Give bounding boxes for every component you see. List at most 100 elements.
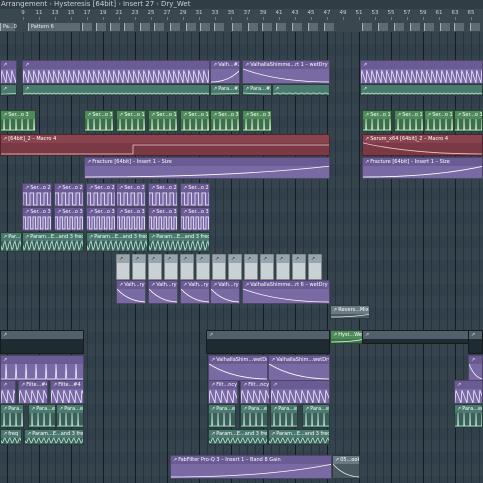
playlist-clip[interactable]: ↗Param...E...and 3 freq	[148, 232, 210, 252]
pattern-marker[interactable]: Pattern 6	[28, 23, 80, 31]
playlist-clip[interactable]: ↗	[196, 254, 210, 280]
pattern-marker[interactable]	[324, 23, 334, 31]
pattern-marker[interactable]	[292, 23, 302, 31]
clip-header[interactable]: ↗	[261, 255, 273, 263]
pattern-marker[interactable]	[308, 23, 318, 31]
playlist-clip[interactable]: ↗Ser...o 3	[116, 207, 146, 231]
pattern-marker[interactable]	[200, 23, 210, 31]
playlist-clip[interactable]: ↗Ser...o 1	[180, 110, 210, 132]
playlist-clip[interactable]: ↗	[0, 60, 17, 84]
playlist-clip[interactable]: ↗Serum_x64 [64bit]_2 – Macro 4	[362, 134, 483, 156]
playlist-clip[interactable]: ↗FabFilter Pro-Q 3 – Insert 1 – Band 8 G…	[170, 455, 332, 479]
playlist-clip[interactable]: ↗ValhallaShimme...rt 6 – wetDry #2	[242, 280, 330, 304]
playlist-clip[interactable]: ↗	[272, 84, 330, 96]
playlist-clip[interactable]: ↗Param...E...and 3 freq	[86, 232, 148, 252]
playlist-clip[interactable]: ↗	[228, 254, 242, 280]
pattern-marker[interactable]	[262, 23, 272, 31]
playlist-clip[interactable]: ↗Ser...o 3	[54, 207, 84, 231]
pattern-marker[interactable]	[454, 23, 464, 31]
playlist-clip[interactable]: ↗Param...E...and 3 freq	[22, 232, 84, 252]
playlist-clip[interactable]: ↗Ser...o 3	[454, 110, 483, 132]
pattern-marker[interactable]	[410, 23, 420, 31]
playlist-clip[interactable]: ↗ValhallaShim...wetDry #3	[268, 355, 330, 381]
pattern-marker[interactable]: Pa...0	[0, 23, 17, 31]
playlist-clip[interactable]: ↗Valh...ry	[180, 280, 210, 304]
playlist-clip[interactable]: ↗Ser...o 3	[242, 110, 272, 132]
clip-header[interactable]: ↗	[229, 255, 241, 263]
playlist-clip[interactable]: ↗Par...freq	[0, 232, 22, 252]
pattern-marker[interactable]	[140, 23, 150, 31]
playlist-clip[interactable]: ↗	[308, 254, 322, 280]
playlist-clip[interactable]: ↗	[0, 380, 16, 404]
playlist-clip[interactable]: ↗Para...eq	[28, 404, 56, 428]
clip-header[interactable]: ↗	[181, 255, 193, 263]
playlist-area[interactable]: ↗ ↗ ↗Valh...#2 ↗ValhallaShimme...rt 1 – wet…	[0, 32, 483, 483]
clip-header[interactable]: ↗	[309, 255, 321, 263]
playlist-clip[interactable]: ↗Ser...o 3	[148, 207, 178, 231]
playlist-clip[interactable]: ↗	[292, 254, 306, 280]
pattern-marker[interactable]	[276, 23, 286, 31]
playlist-clip[interactable]: ↗	[212, 254, 226, 280]
pattern-marker[interactable]	[170, 23, 180, 31]
clip-header[interactable]: ↗	[117, 255, 129, 263]
playlist-clip[interactable]: ↗Valh...#2	[210, 60, 240, 84]
pattern-marker[interactable]	[96, 23, 106, 31]
pattern-marker[interactable]	[110, 23, 120, 31]
playlist-clip[interactable]: ↗	[132, 254, 146, 280]
playlist-clip[interactable]: ↗	[468, 330, 483, 354]
playlist-clip[interactable]: ↗Revers...Mix	[330, 305, 370, 319]
playlist-clip[interactable]: ↗Para...eq	[302, 404, 330, 428]
playlist-clip[interactable]: ↗	[244, 254, 258, 280]
playlist-clip[interactable]: ↗Ser...o 3	[84, 110, 114, 132]
playlist-clip[interactable]: ↗Ser...o 1	[394, 110, 424, 132]
playlist-clip[interactable]: ↗ValhallaShim...wetDry #3	[208, 355, 268, 381]
playlist-clip[interactable]: ↗05...ook	[332, 455, 360, 479]
clip-header[interactable]: ↗	[469, 331, 482, 339]
clip-header[interactable]: ↗	[213, 255, 225, 263]
playlist-clip[interactable]: ↗	[116, 254, 130, 280]
playlist-clip[interactable]: ↗Ser...o 2	[22, 183, 52, 207]
clip-header[interactable]: ↗	[1, 331, 83, 339]
playlist-clip[interactable]: ↗Ser...o 1	[424, 110, 454, 132]
playlist-clip[interactable]: ↗	[360, 60, 483, 84]
playlist-clip[interactable]: ↗[64bit]_2 – Macro 4	[0, 134, 330, 156]
pattern-marker[interactable]	[186, 23, 196, 31]
playlist-clip[interactable]: ↗	[454, 380, 483, 404]
playlist-clip[interactable]: ↗Param...E...and 3 freq	[24, 429, 84, 445]
playlist-clip[interactable]: ↗Fracture [64bit] – Insert 1 – Size	[84, 157, 330, 179]
pattern-marker[interactable]	[82, 23, 92, 31]
playlist-clip[interactable]: ↗Param...E...and 3 freq	[208, 429, 268, 445]
playlist-clip[interactable]: ↗Para...eq	[208, 404, 236, 428]
playlist-clip[interactable]: ↗freq	[0, 429, 22, 445]
clip-header[interactable]: ↗	[149, 255, 161, 263]
pattern-marker[interactable]	[362, 23, 372, 31]
clip-header[interactable]: ↗	[133, 255, 145, 263]
playlist-clip[interactable]: ↗Para...eq	[56, 404, 84, 428]
pattern-marker[interactable]	[394, 23, 404, 31]
playlist-clip[interactable]: ↗Ser...o 3	[86, 207, 116, 231]
playlist-clip[interactable]: ↗Para...eq	[270, 404, 298, 428]
playlist-clip[interactable]: ↗Ser...o 1	[116, 110, 146, 132]
playlist-clip[interactable]: ↗Filte...#4	[18, 380, 48, 404]
playlist-clip[interactable]: ↗Ser...o 2	[54, 183, 84, 207]
playlist-clip[interactable]: ↗Ser...o 2	[116, 183, 146, 207]
clip-header[interactable]: ↗	[245, 255, 257, 263]
playlist-clip[interactable]: ↗Ser...o 3	[0, 110, 36, 132]
pattern-marker[interactable]	[124, 23, 134, 31]
pattern-marker[interactable]	[214, 23, 224, 31]
playlist-clip[interactable]: ↗	[206, 330, 330, 354]
playlist-clip[interactable]: ↗Ser...o 1	[362, 110, 392, 132]
playlist-clip[interactable]: ↗Ser...o 1	[148, 110, 178, 132]
playlist-clip[interactable]: ↗Ser...o 2	[148, 183, 178, 207]
playlist-clip[interactable]: ↗	[22, 60, 210, 84]
playlist-clip[interactable]: ↗Para...#2	[210, 84, 240, 96]
clip-header[interactable]: ↗	[277, 255, 289, 263]
playlist-clip[interactable]: ↗Ser...o 2	[86, 183, 116, 207]
playlist-clip[interactable]: ↗Ser...o 3	[180, 207, 210, 231]
playlist-clip[interactable]: ↗Valh...ry	[210, 280, 240, 304]
clip-header[interactable]: ↗	[293, 255, 305, 263]
playlist-clip[interactable]: ↗	[260, 254, 274, 280]
pattern-marker[interactable]	[440, 23, 450, 31]
playlist-clip[interactable]: ↗	[0, 330, 84, 354]
playlist-clip[interactable]: ↗Ser...o 3	[210, 110, 240, 132]
